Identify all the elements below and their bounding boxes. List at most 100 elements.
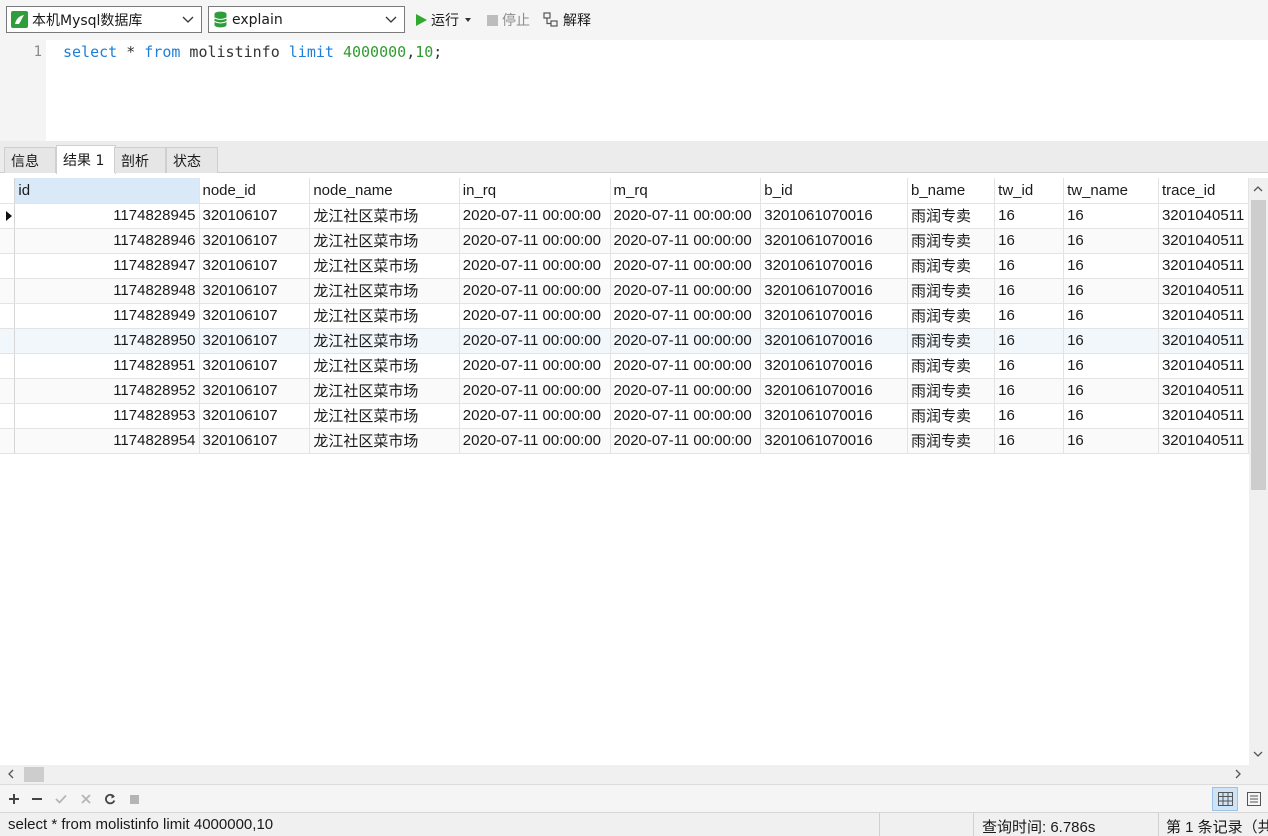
horizontal-scroll-thumb[interactable] <box>24 767 44 782</box>
cell-tw-name[interactable]: 16 <box>1063 228 1159 254</box>
cell-tw-id[interactable]: 16 <box>994 253 1065 279</box>
form-view-icon[interactable] <box>1241 787 1267 811</box>
tab-profile[interactable]: 剖析 <box>114 147 166 173</box>
cell-tw-id[interactable]: 16 <box>994 328 1065 354</box>
cell-tw-id[interactable]: 16 <box>994 203 1065 229</box>
column-header-tw-name[interactable]: tw_name <box>1063 178 1159 204</box>
cell-id[interactable]: 1174828953 <box>14 403 200 429</box>
column-header-b-id[interactable]: b_id <box>760 178 908 204</box>
table-row[interactable]: 1174828949 320106107 龙江社区菜市场 2020-07-11 … <box>0 303 1249 329</box>
table-row[interactable]: 1174828948 320106107 龙江社区菜市场 2020-07-11 … <box>0 278 1249 304</box>
cell-b-name[interactable]: 雨润专卖 <box>907 378 996 404</box>
cell-trace-id[interactable]: 3201040511 <box>1158 253 1249 279</box>
cell-in-rq[interactable]: 2020-07-11 00:00:00 <box>459 203 611 229</box>
cell-id[interactable]: 1174828947 <box>14 253 200 279</box>
cell-node-id[interactable]: 320106107 <box>199 353 311 379</box>
cell-m-rq[interactable]: 2020-07-11 00:00:00 <box>610 378 762 404</box>
cell-b-name[interactable]: 雨润专卖 <box>907 203 996 229</box>
cell-node-name[interactable]: 龙江社区菜市场 <box>309 378 460 404</box>
row-indicator[interactable] <box>0 328 16 354</box>
cell-b-name[interactable]: 雨润专卖 <box>907 228 996 254</box>
row-indicator[interactable] <box>0 403 16 429</box>
cell-id[interactable]: 1174828946 <box>14 228 200 254</box>
column-header-trace-id[interactable]: trace_id <box>1158 178 1249 204</box>
cell-node-name[interactable]: 龙江社区菜市场 <box>309 303 460 329</box>
cell-in-rq[interactable]: 2020-07-11 00:00:00 <box>459 353 611 379</box>
cell-b-id[interactable]: 3201061070016 <box>760 203 908 229</box>
cell-tw-name[interactable]: 16 <box>1063 278 1159 304</box>
stop-button[interactable]: 停止 <box>487 9 530 31</box>
cell-b-id[interactable]: 3201061070016 <box>760 378 908 404</box>
column-header-node-name[interactable]: node_name <box>309 178 460 204</box>
cell-tw-name[interactable]: 16 <box>1063 428 1159 454</box>
cell-trace-id[interactable]: 3201040511 <box>1158 303 1249 329</box>
scroll-down-icon[interactable] <box>1253 749 1263 759</box>
cell-b-id[interactable]: 3201061070016 <box>760 278 908 304</box>
cell-node-id[interactable]: 320106107 <box>199 303 311 329</box>
table-row[interactable]: 1174828951 320106107 龙江社区菜市场 2020-07-11 … <box>0 353 1249 379</box>
cell-node-name[interactable]: 龙江社区菜市场 <box>309 278 460 304</box>
table-row[interactable]: 1174828952 320106107 龙江社区菜市场 2020-07-11 … <box>0 378 1249 404</box>
cell-in-rq[interactable]: 2020-07-11 00:00:00 <box>459 428 611 454</box>
cell-trace-id[interactable]: 3201040511 <box>1158 378 1249 404</box>
cell-m-rq[interactable]: 2020-07-11 00:00:00 <box>610 328 762 354</box>
tab-status[interactable]: 状态 <box>166 147 218 173</box>
cell-in-rq[interactable]: 2020-07-11 00:00:00 <box>459 403 611 429</box>
cell-m-rq[interactable]: 2020-07-11 00:00:00 <box>610 278 762 304</box>
column-header-b-name[interactable]: b_name <box>907 178 996 204</box>
row-indicator[interactable] <box>0 228 16 254</box>
row-indicator[interactable] <box>0 378 16 404</box>
stop-icon[interactable] <box>126 791 142 807</box>
cell-in-rq[interactable]: 2020-07-11 00:00:00 <box>459 278 611 304</box>
column-header-id[interactable]: id <box>14 178 200 204</box>
cell-tw-id[interactable]: 16 <box>994 353 1065 379</box>
row-indicator[interactable] <box>0 278 16 304</box>
tab-info[interactable]: 信息 <box>4 147 56 173</box>
row-indicator[interactable] <box>0 253 16 279</box>
cell-m-rq[interactable]: 2020-07-11 00:00:00 <box>610 253 762 279</box>
cell-node-id[interactable]: 320106107 <box>199 203 311 229</box>
add-record-icon[interactable] <box>6 791 22 807</box>
cell-b-id[interactable]: 3201061070016 <box>760 353 908 379</box>
cell-tw-id[interactable]: 16 <box>994 403 1065 429</box>
row-indicator[interactable] <box>0 353 16 379</box>
cell-b-name[interactable]: 雨润专卖 <box>907 428 996 454</box>
cell-in-rq[interactable]: 2020-07-11 00:00:00 <box>459 303 611 329</box>
sql-editor[interactable]: 1 select * from molistinfo limit 4000000… <box>0 40 1268 141</box>
table-row[interactable]: 1174828954 320106107 龙江社区菜市场 2020-07-11 … <box>0 428 1249 454</box>
column-header-m-rq[interactable]: m_rq <box>610 178 762 204</box>
cell-id[interactable]: 1174828949 <box>14 303 200 329</box>
cell-id[interactable]: 1174828951 <box>14 353 200 379</box>
cell-m-rq[interactable]: 2020-07-11 00:00:00 <box>610 428 762 454</box>
cell-b-name[interactable]: 雨润专卖 <box>907 278 996 304</box>
cell-tw-name[interactable]: 16 <box>1063 203 1159 229</box>
cell-tw-name[interactable]: 16 <box>1063 403 1159 429</box>
cell-node-name[interactable]: 龙江社区菜市场 <box>309 228 460 254</box>
cell-node-id[interactable]: 320106107 <box>199 328 311 354</box>
cell-tw-id[interactable]: 16 <box>994 428 1065 454</box>
cell-tw-name[interactable]: 16 <box>1063 328 1159 354</box>
column-header-node-id[interactable]: node_id <box>199 178 311 204</box>
cell-b-id[interactable]: 3201061070016 <box>760 253 908 279</box>
cell-id[interactable]: 1174828945 <box>14 203 200 229</box>
cell-trace-id[interactable]: 3201040511 <box>1158 428 1249 454</box>
vertical-scroll-thumb[interactable] <box>1251 200 1266 490</box>
apply-icon[interactable] <box>53 791 69 807</box>
scroll-up-icon[interactable] <box>1253 184 1263 194</box>
database-select[interactable]: explain <box>208 6 405 33</box>
explain-button[interactable]: 解释 <box>543 9 591 31</box>
cell-trace-id[interactable]: 3201040511 <box>1158 228 1249 254</box>
cell-id[interactable]: 1174828950 <box>14 328 200 354</box>
refresh-icon[interactable] <box>102 791 118 807</box>
cell-tw-name[interactable]: 16 <box>1063 353 1159 379</box>
cell-in-rq[interactable]: 2020-07-11 00:00:00 <box>459 228 611 254</box>
table-row[interactable]: 1174828950 320106107 龙江社区菜市场 2020-07-11 … <box>0 328 1249 354</box>
delete-record-icon[interactable] <box>29 791 45 807</box>
cell-in-rq[interactable]: 2020-07-11 00:00:00 <box>459 328 611 354</box>
table-row[interactable]: 1174828946 320106107 龙江社区菜市场 2020-07-11 … <box>0 228 1249 254</box>
run-button[interactable]: 运行 <box>416 9 471 31</box>
cell-m-rq[interactable]: 2020-07-11 00:00:00 <box>610 228 762 254</box>
cell-tw-id[interactable]: 16 <box>994 378 1065 404</box>
cell-b-name[interactable]: 雨润专卖 <box>907 253 996 279</box>
cell-trace-id[interactable]: 3201040511 <box>1158 403 1249 429</box>
